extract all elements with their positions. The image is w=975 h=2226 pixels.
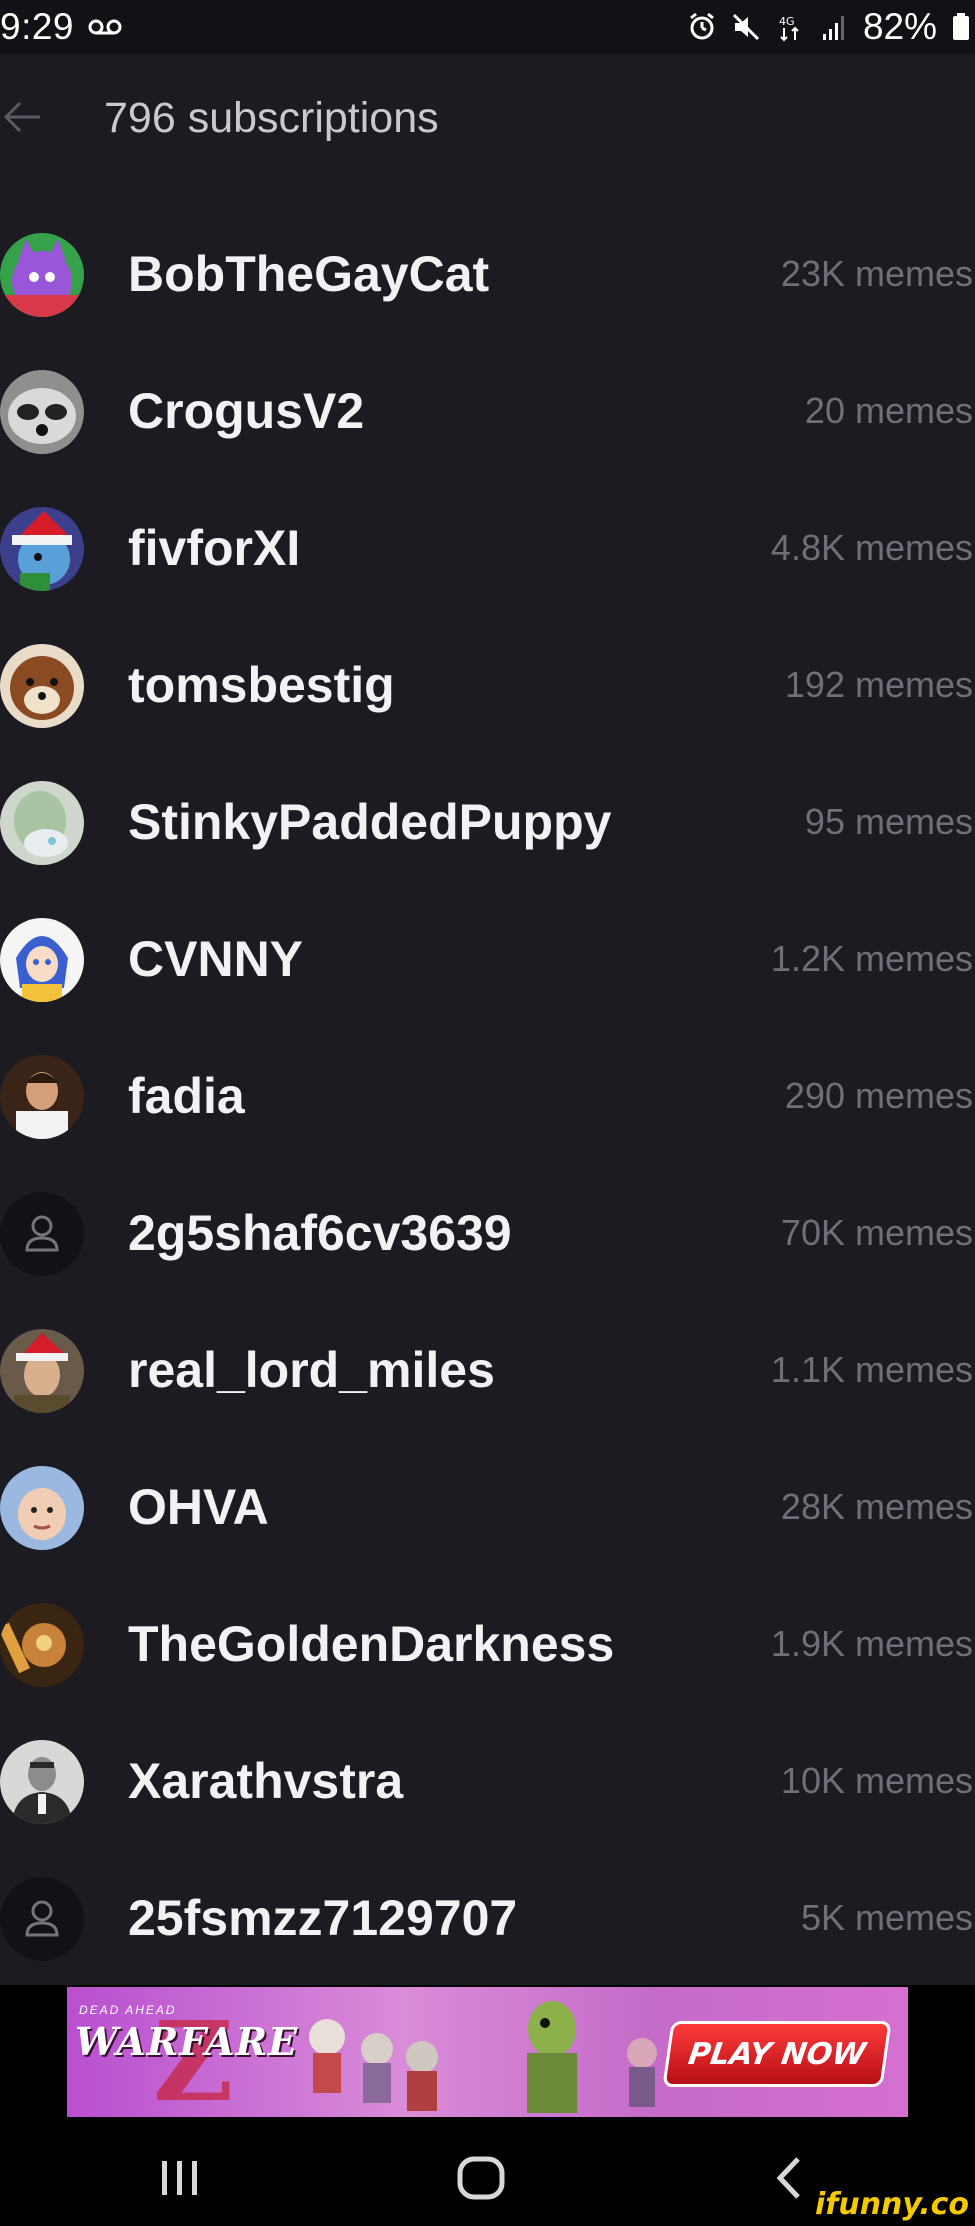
username[interactable]: tomsbestig bbox=[128, 656, 395, 714]
meme-count: 70K memes bbox=[780, 1212, 973, 1253]
username[interactable]: StinkyPaddedPuppy bbox=[128, 793, 611, 851]
back-arrow-icon[interactable] bbox=[2, 100, 42, 134]
subscription-row[interactable]: TheGoldenDarkness 1.9K memes bbox=[0, 1575, 975, 1712]
subscription-row[interactable]: OHVA 28K memes bbox=[0, 1438, 975, 1575]
subscription-row[interactable]: real_lord_miles 1.1K memes bbox=[0, 1301, 975, 1438]
subscription-row[interactable]: BobTheGayCat 23K memes bbox=[0, 205, 975, 342]
status-right: 4G 82% bbox=[687, 6, 971, 48]
data-icon: 4G bbox=[779, 15, 799, 42]
avatar[interactable] bbox=[0, 370, 84, 454]
meme-count: 20 memes bbox=[804, 390, 973, 431]
subscription-row[interactable]: CVNNY 1.2K memes bbox=[0, 890, 975, 1027]
avatar[interactable] bbox=[0, 918, 84, 1002]
recent-apps-icon[interactable] bbox=[150, 2153, 210, 2203]
username[interactable]: OHVA bbox=[128, 1478, 269, 1536]
meme-count: 4.8K memes bbox=[770, 527, 973, 568]
subscription-row[interactable]: fadia 290 memes bbox=[0, 1027, 975, 1164]
username[interactable]: fadia bbox=[128, 1067, 245, 1125]
subscription-row[interactable]: 25fsmzz7129707 5K memes bbox=[0, 1849, 975, 1986]
mute-icon bbox=[732, 13, 759, 41]
ad-strip: Z DEAD AHEAD WARFARE PLAY NOW bbox=[0, 1985, 975, 2121]
battery-percent: 82% bbox=[862, 6, 937, 47]
username[interactable]: TheGoldenDarkness bbox=[128, 1615, 614, 1673]
back-icon[interactable] bbox=[760, 2153, 820, 2203]
meme-count: 290 memes bbox=[784, 1075, 973, 1116]
navigation-bar: ifunny.co bbox=[0, 2121, 975, 2226]
username[interactable]: 25fsmzz7129707 bbox=[128, 1889, 517, 1947]
battery-icon bbox=[953, 13, 969, 40]
username[interactable]: BobTheGayCat bbox=[128, 245, 489, 303]
subscription-row[interactable]: tomsbestig 192 memes bbox=[0, 616, 975, 753]
subscription-row[interactable]: CrogusV2 20 memes bbox=[0, 342, 975, 479]
voicemail-icon bbox=[88, 19, 122, 35]
status-left: 9:29 bbox=[0, 6, 122, 48]
zombie-art bbox=[309, 2001, 657, 2113]
avatar[interactable] bbox=[0, 1329, 84, 1413]
username[interactable]: CrogusV2 bbox=[128, 382, 364, 440]
svg-text:4G: 4G bbox=[779, 15, 795, 28]
meme-count: 28K memes bbox=[780, 1486, 973, 1527]
username[interactable]: real_lord_miles bbox=[128, 1341, 495, 1399]
subscription-row[interactable]: Xarathvstra 10K memes bbox=[0, 1712, 975, 1849]
avatar-placeholder-icon[interactable] bbox=[0, 1877, 84, 1961]
watermark: ifunny.co bbox=[815, 2187, 969, 2222]
username[interactable]: Xarathvstra bbox=[128, 1752, 403, 1810]
meme-count: 95 memes bbox=[804, 801, 973, 842]
meme-count: 1.9K memes bbox=[770, 1623, 973, 1664]
avatar[interactable] bbox=[0, 233, 84, 317]
subscription-row[interactable]: fivforXI 4.8K memes bbox=[0, 479, 975, 616]
ad-banner[interactable]: Z DEAD AHEAD WARFARE PLAY NOW bbox=[67, 1987, 908, 2117]
ad-logo-small: DEAD AHEAD bbox=[79, 2003, 177, 2017]
subscription-row[interactable]: StinkyPaddedPuppy 95 memes bbox=[0, 753, 975, 890]
status-bar: 9:29 4G 82% bbox=[0, 0, 975, 54]
avatar[interactable] bbox=[0, 1603, 84, 1687]
avatar-placeholder-icon[interactable] bbox=[0, 1192, 84, 1276]
meme-count: 23K memes bbox=[780, 253, 973, 294]
alarm-icon bbox=[690, 12, 714, 40]
username[interactable]: CVNNY bbox=[128, 930, 303, 988]
meme-count: 5K memes bbox=[800, 1897, 973, 1938]
avatar[interactable] bbox=[0, 1055, 84, 1139]
avatar[interactable] bbox=[0, 507, 84, 591]
meme-count: 10K memes bbox=[780, 1760, 973, 1801]
page-title: 796 subscriptions bbox=[104, 94, 439, 142]
avatar[interactable] bbox=[0, 1466, 84, 1550]
username[interactable]: fivforXI bbox=[128, 519, 300, 577]
subscription-row[interactable]: 2g5shaf6cv3639 70K memes bbox=[0, 1164, 975, 1301]
subscription-list: BobTheGayCat 23K memes CrogusV2 20 memes… bbox=[0, 205, 975, 1986]
signal-icon bbox=[822, 16, 844, 40]
meme-count: 1.2K memes bbox=[770, 938, 973, 979]
avatar[interactable] bbox=[0, 781, 84, 865]
avatar[interactable] bbox=[0, 1740, 84, 1824]
username[interactable]: 2g5shaf6cv3639 bbox=[128, 1204, 512, 1262]
meme-count: 192 memes bbox=[784, 664, 973, 705]
header: 796 subscriptions bbox=[0, 54, 975, 184]
home-icon[interactable] bbox=[452, 2153, 512, 2203]
play-now-button[interactable]: PLAY NOW bbox=[662, 2021, 892, 2087]
meme-count: 1.1K memes bbox=[770, 1349, 973, 1390]
status-time: 9:29 bbox=[0, 6, 75, 47]
avatar[interactable] bbox=[0, 644, 84, 728]
